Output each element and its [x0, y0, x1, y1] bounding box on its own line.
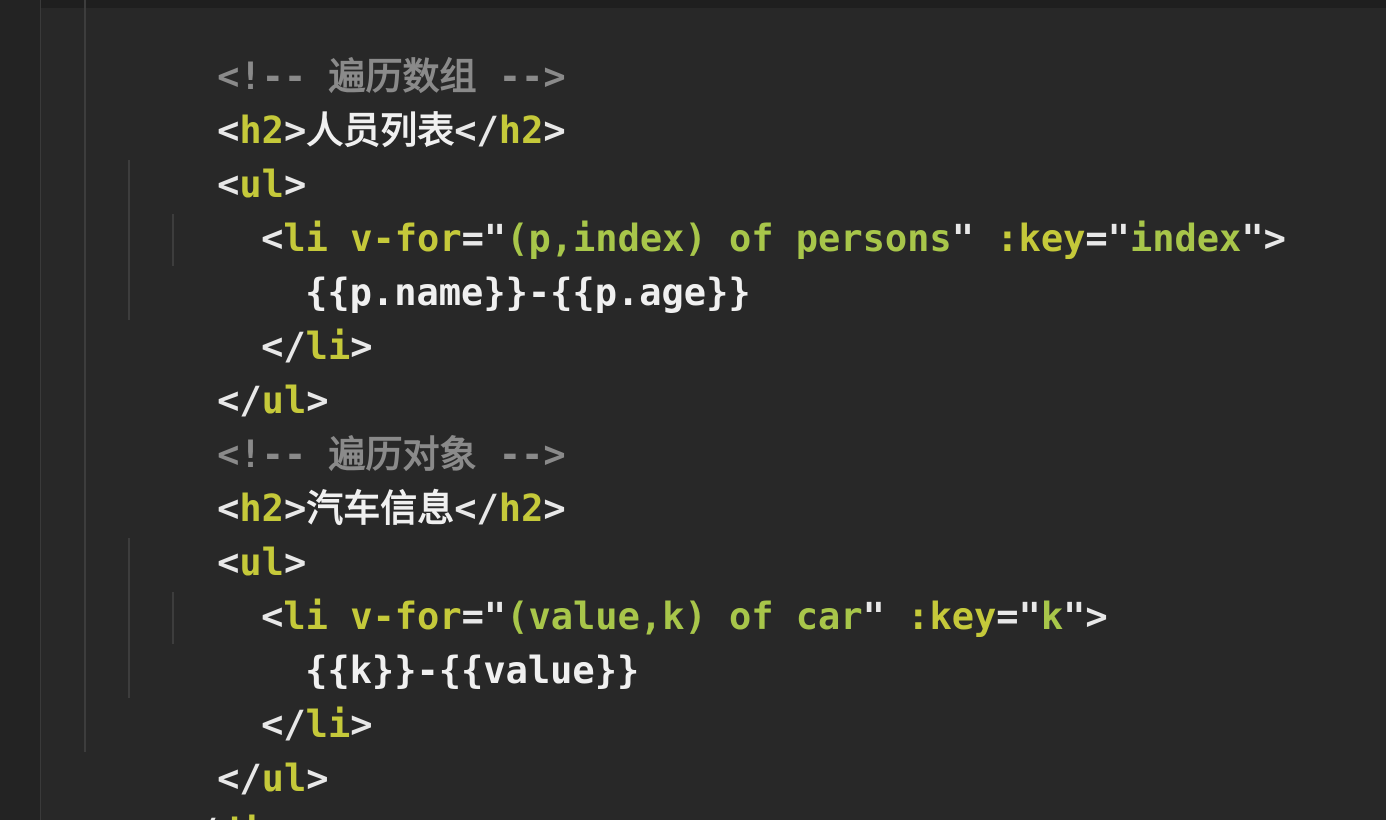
- code-line[interactable]: </div>: [84, 758, 307, 820]
- tag-name: div: [218, 811, 285, 820]
- attribute-name: :key: [996, 217, 1086, 260]
- text-content: 人员列表: [306, 109, 455, 152]
- bracket: ">: [1063, 595, 1108, 638]
- attribute-value: k: [1040, 595, 1064, 638]
- code-line[interactable]: <!-- 遍历对象 -->: [128, 380, 565, 476]
- code-editor[interactable]: <!-- 遍历数组 --> <h2>人员列表</h2> <ul> <li v-f…: [0, 0, 1386, 820]
- code-line[interactable]: <!-- 遍历数组 -->: [128, 2, 565, 98]
- editor-gutter: [0, 0, 41, 820]
- bracket: >: [350, 703, 373, 746]
- attribute-value: index: [1129, 217, 1242, 260]
- equals-sign: =": [996, 595, 1041, 638]
- code-line[interactable]: <h2>人员列表</h2>: [128, 56, 566, 152]
- equals-sign: =": [1085, 217, 1130, 260]
- code-line[interactable]: <ul>: [128, 488, 306, 584]
- code-line[interactable]: </ul>: [128, 704, 328, 800]
- code-line[interactable]: <h2>汽车信息</h2>: [128, 434, 566, 530]
- quote: ": [862, 595, 908, 638]
- attribute-name: :key: [907, 595, 997, 638]
- code-line[interactable]: {{k}}-{{value}}: [216, 596, 639, 692]
- code-line[interactable]: <li v-for="(p,index) of persons" :key="i…: [172, 164, 1286, 260]
- bracket: >: [350, 325, 373, 368]
- code-line[interactable]: </li>: [172, 650, 372, 746]
- bracket: </: [454, 109, 499, 152]
- code-line[interactable]: <li v-for="(value,k) of car" :key="k">: [172, 542, 1108, 638]
- tag-name: h2: [498, 109, 544, 152]
- code-line[interactable]: </ul>: [128, 326, 328, 422]
- bracket: </: [173, 811, 218, 820]
- quote: ": [951, 217, 997, 260]
- bracket: >: [285, 811, 307, 820]
- bracket: >: [543, 109, 566, 152]
- tag-name: h2: [498, 487, 544, 530]
- indent-guide: [84, 0, 86, 752]
- bracket: </: [454, 487, 499, 530]
- bracket: >: [543, 487, 566, 530]
- bracket: ">: [1241, 217, 1286, 260]
- code-line[interactable]: {{p.name}}-{{p.age}}: [216, 218, 751, 314]
- code-line[interactable]: </li>: [172, 272, 372, 368]
- text-content: 汽车信息: [306, 487, 455, 530]
- code-line[interactable]: <ul>: [128, 110, 306, 206]
- bracket: >: [306, 757, 329, 800]
